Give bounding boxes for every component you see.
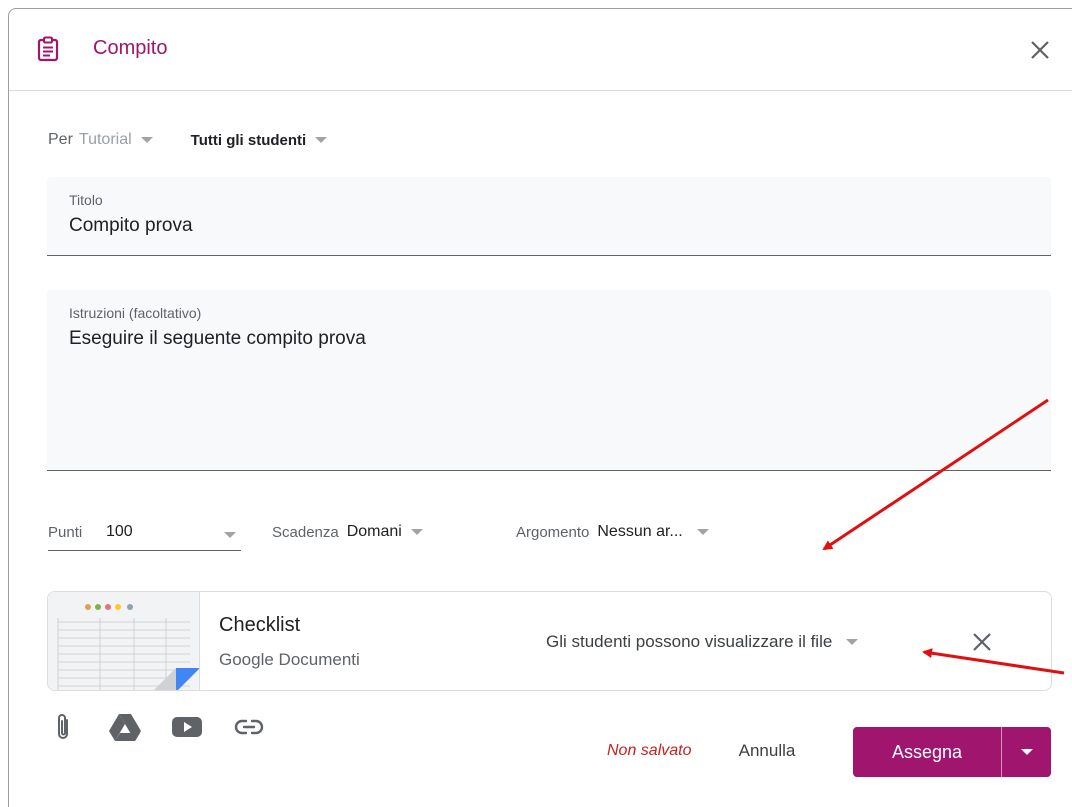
attachment-card[interactable]: Checklist Google Documenti Gli studenti … bbox=[47, 591, 1052, 691]
assign-button-group: Assegna bbox=[853, 727, 1051, 777]
document-thumbnail[interactable] bbox=[48, 592, 200, 690]
meta-row: Punti 100 Scadenza Domani Argomento Ness… bbox=[48, 521, 768, 553]
topic-value: Nessun ar... bbox=[597, 523, 683, 540]
students-select[interactable]: Tutti gli studenti bbox=[191, 132, 328, 149]
chevron-down-icon bbox=[846, 639, 859, 645]
chevron-down-icon bbox=[315, 137, 328, 143]
due-date-select[interactable]: Scadenza Domani bbox=[272, 523, 423, 541]
attachment-permission-value: Gli studenti possono visualizzare il fil… bbox=[546, 632, 833, 651]
points-label: Punti bbox=[48, 524, 83, 541]
class-select[interactable]: Per Tutorial bbox=[48, 131, 153, 149]
for-label: Per bbox=[48, 131, 73, 148]
google-drive-icon[interactable] bbox=[105, 709, 145, 745]
chevron-down-icon[interactable] bbox=[224, 532, 236, 538]
students-value: Tutti gli studenti bbox=[190, 131, 307, 149]
title-field-value[interactable]: Compito prova bbox=[69, 215, 193, 237]
attachment-type: Google Documenti bbox=[219, 650, 360, 669]
paperclip-icon[interactable] bbox=[43, 709, 83, 745]
chevron-down-icon bbox=[140, 137, 153, 143]
attachment-name: Checklist bbox=[219, 614, 301, 636]
chevron-down-icon bbox=[410, 529, 423, 535]
topic-select[interactable]: Argomento Nessun ar... bbox=[516, 523, 709, 541]
document-preview-icon bbox=[48, 592, 199, 690]
dialog-header: Compito bbox=[9, 9, 1072, 91]
link-icon[interactable] bbox=[229, 709, 269, 745]
points-value[interactable]: 100 bbox=[106, 523, 133, 541]
audience-row: Per Tutorial Tutti gli studenti bbox=[48, 131, 328, 149]
due-value: Domani bbox=[346, 523, 402, 540]
assign-button[interactable]: Assegna bbox=[853, 727, 1001, 777]
instructions-field-value[interactable]: Eseguire il seguente compito prova bbox=[69, 328, 366, 350]
title-field-label: Titolo bbox=[69, 192, 103, 208]
title-field[interactable]: Titolo Compito prova bbox=[47, 177, 1051, 256]
instructions-field-label: Istruzioni (facoltativo) bbox=[69, 305, 202, 321]
topic-label: Argomento bbox=[516, 523, 590, 541]
chevron-down-icon bbox=[1020, 749, 1033, 755]
youtube-icon[interactable] bbox=[167, 709, 207, 745]
due-label: Scadenza bbox=[272, 523, 339, 541]
assign-options-button[interactable] bbox=[1001, 727, 1051, 777]
attachment-permission-select[interactable]: Gli studenti possono visualizzare il fil… bbox=[546, 632, 859, 652]
class-value: Tutorial bbox=[78, 131, 132, 148]
assignment-icon bbox=[37, 36, 59, 62]
close-icon[interactable] bbox=[1027, 37, 1053, 63]
remove-attachment-icon[interactable] bbox=[971, 631, 993, 653]
chevron-down-icon bbox=[696, 529, 709, 535]
save-status: Non salvato bbox=[607, 742, 692, 759]
dialog-title: Compito bbox=[93, 37, 168, 59]
add-attachment-toolbar bbox=[43, 709, 291, 745]
instructions-field[interactable]: Istruzioni (facoltativo) Eseguire il seg… bbox=[47, 290, 1051, 471]
cancel-button[interactable]: Annulla bbox=[717, 731, 817, 771]
points-input[interactable]: Punti 100 bbox=[48, 521, 241, 551]
assignment-dialog: Compito Per Tutorial Tutti gli studenti … bbox=[8, 8, 1072, 807]
